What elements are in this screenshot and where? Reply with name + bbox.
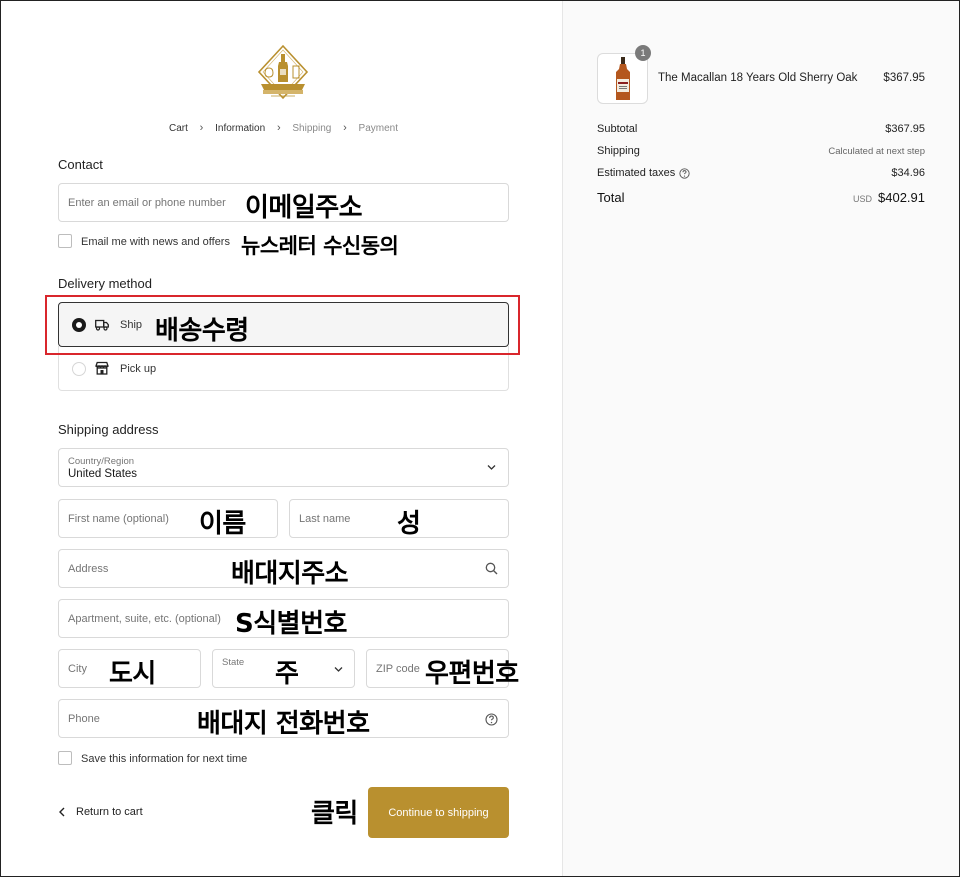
country-label: Country/Region: [68, 456, 135, 467]
shipping-value: Calculated at next step: [828, 146, 925, 157]
chevron-right-icon: ›: [199, 122, 204, 134]
breadcrumb-payment: Payment: [358, 122, 399, 134]
delivery-method-title: Delivery method: [58, 276, 152, 291]
newsletter-checkbox[interactable]: [58, 234, 72, 248]
contact-title: Contact: [58, 157, 103, 172]
product-price: $367.95: [883, 72, 925, 84]
store-icon: [95, 361, 109, 375]
total-label: Total: [597, 190, 625, 205]
search-icon[interactable]: [485, 562, 498, 575]
help-circle-icon[interactable]: [679, 167, 690, 179]
state-annotation: 주: [275, 659, 299, 689]
zip-placeholder: ZIP code: [376, 663, 420, 675]
city-placeholder: City: [68, 663, 87, 675]
checkout-page: Cart › Information › Shipping › Payment …: [0, 0, 960, 877]
chevron-right-icon: ›: [276, 122, 281, 134]
chevron-left-icon: [59, 807, 65, 817]
total-value: $402.91: [878, 190, 925, 205]
quantity-badge: 1: [635, 45, 651, 61]
continue-to-shipping-button[interactable]: Continue to shipping: [368, 787, 509, 838]
newsletter-label: Email me with news and offers: [81, 236, 230, 248]
phone-placeholder: Phone: [68, 713, 100, 725]
shipping-label: Shipping: [597, 145, 640, 157]
help-circle-icon[interactable]: [485, 713, 498, 726]
chevron-right-icon: ›: [343, 122, 347, 134]
apartment-placeholder: Apartment, suite, etc. (optional): [68, 613, 221, 625]
continue-to-shipping-label: Continue to shipping: [388, 806, 489, 819]
apartment-annotation: S식별번호: [235, 609, 347, 639]
zip-annotation: 우편번호: [425, 659, 519, 689]
chevron-down-icon: [334, 667, 343, 672]
city-annotation: 도시: [109, 659, 156, 689]
email-placeholder: Enter an email or phone number: [68, 197, 226, 209]
state-label: State: [222, 657, 245, 668]
subtotal-value: $367.95: [885, 123, 925, 135]
highlight-box: [45, 295, 520, 355]
first-name-placeholder: First name (optional): [68, 513, 169, 525]
save-info-label: Save this information for next time: [81, 753, 248, 765]
email-annotation: 이메일주소: [245, 193, 363, 223]
country-value: United States: [68, 468, 138, 480]
breadcrumb-cart[interactable]: Cart: [169, 123, 188, 134]
breadcrumb: Cart › Information › Shipping › Payment: [1, 122, 566, 134]
country-select[interactable]: Country/Region United States: [58, 448, 509, 487]
address-placeholder: Address: [68, 563, 109, 575]
last-name-annotation: 성: [397, 509, 421, 539]
taxes-label: Estimated taxes: [597, 167, 676, 179]
taxes-value: $34.96: [891, 167, 925, 179]
return-to-cart-link[interactable]: Return to cart: [58, 804, 143, 820]
whisky-bottle-image: [616, 57, 630, 100]
breadcrumb-shipping: Shipping: [292, 122, 332, 134]
currency-code: USD: [852, 194, 872, 204]
phone-annotation: 배대지 전화번호: [197, 709, 370, 739]
click-annotation: 클릭: [311, 799, 358, 829]
store-logo[interactable]: [257, 44, 309, 106]
breadcrumb-information: Information: [215, 122, 266, 134]
total-row-value: USD $402.91: [853, 190, 925, 205]
newsletter-annotation: 뉴스레터 수신동의: [241, 234, 399, 258]
pickup-radio[interactable]: [72, 362, 86, 376]
first-name-annotation: 이름: [199, 509, 246, 539]
checkout-form-panel: Cart › Information › Shipping › Payment …: [1, 1, 562, 876]
last-name-placeholder: Last name: [299, 513, 351, 525]
subtotal-label: Subtotal: [597, 123, 638, 135]
estimated-taxes-row: Estimated taxes: [597, 167, 690, 179]
product-name: The Macallan 18 Years Old Sherry Oak: [658, 72, 858, 84]
return-to-cart-label: Return to cart: [76, 806, 143, 818]
save-info-checkbox[interactable]: [58, 751, 72, 765]
pickup-label: Pick up: [120, 363, 157, 375]
chevron-down-icon: [487, 465, 496, 470]
shipping-address-title: Shipping address: [58, 422, 159, 437]
address-annotation: 배대지주소: [231, 559, 349, 589]
